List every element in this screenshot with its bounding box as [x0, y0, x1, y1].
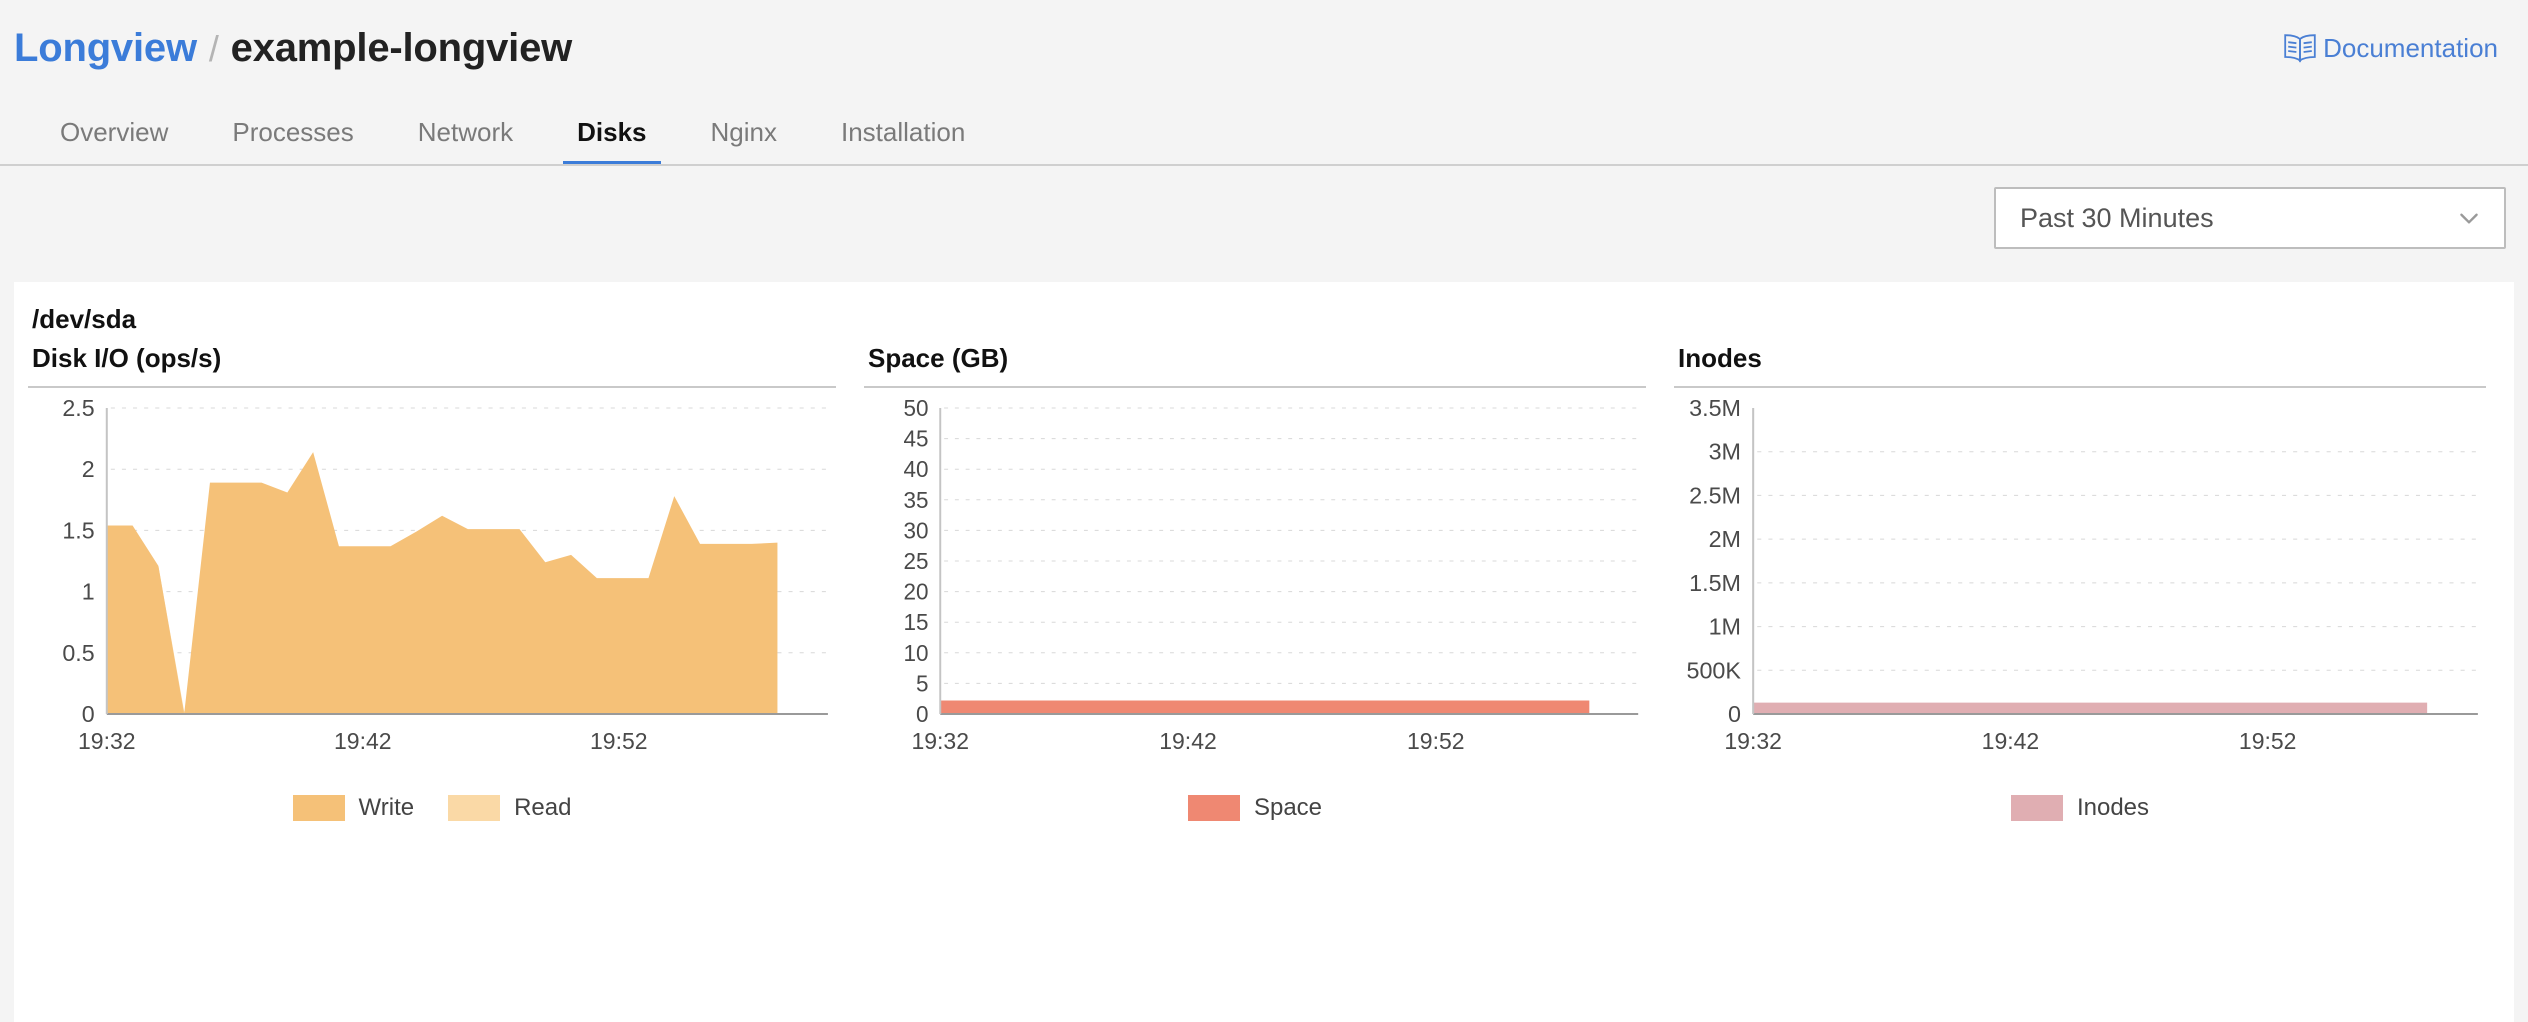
x-tick-label: 19:42 — [1159, 728, 1217, 755]
tab-label: Overview — [60, 117, 168, 147]
legend-swatch — [448, 795, 500, 821]
chart-legend: Write Read — [28, 768, 836, 822]
disk-name: /dev/sda — [14, 282, 2514, 335]
tab-label: Installation — [841, 117, 965, 147]
legend-item-read[interactable]: Read — [448, 794, 571, 822]
y-tick-label: 1 — [82, 579, 95, 605]
page-header: Longview / example-longview Documentatio… — [0, 0, 2528, 96]
x-tick-label: 19:42 — [1982, 728, 2040, 755]
y-tick-label: 3M — [1709, 439, 1741, 465]
y-tick-label: 1.5 — [62, 518, 94, 544]
plot-area: 0 500K 1M 1.5M 2M 2.5M 3M 3.5M — [1674, 394, 2486, 724]
x-tick-label: 19:32 — [1724, 728, 1782, 755]
charts-container: Disk I/O (ops/s)00.511.522.519:3219:4219… — [14, 335, 2514, 822]
legend-label: Space — [1254, 794, 1322, 822]
y-tick-label: 0 — [916, 701, 929, 724]
y-tick-label: 2.5M — [1689, 483, 1741, 509]
chart-title: Space (GB) — [864, 343, 1646, 386]
legend-swatch — [1188, 795, 1240, 821]
tab-installation[interactable]: Installation — [809, 117, 997, 166]
y-tick-label: 15 — [904, 609, 929, 635]
x-tick-label: 19:52 — [2239, 728, 2297, 755]
chart-disk-i-o-ops-s: Disk I/O (ops/s)00.511.522.519:3219:4219… — [14, 343, 850, 822]
y-tick-label: 10 — [904, 640, 929, 666]
chart-legend: Space — [864, 768, 1646, 822]
legend-swatch — [293, 795, 345, 821]
chart-title: Inodes — [1674, 343, 2486, 386]
breadcrumb: Longview / example-longview — [14, 26, 572, 71]
y-tick-label: 0.5 — [62, 640, 94, 666]
plot-area: 0 0.5 1 1.5 2 2.5 — [28, 394, 836, 724]
x-axis: 19:32 19:42 19:52 — [28, 724, 836, 768]
tab-label: Network — [418, 117, 513, 147]
y-tick-label: 0 — [1728, 701, 1741, 724]
plot-area: 0 5 10 15 20 25 30 35 40 45 50 — [864, 394, 1646, 724]
tab-overview[interactable]: Overview — [28, 117, 200, 166]
legend-label: Write — [359, 794, 415, 822]
tab-nginx[interactable]: Nginx — [679, 117, 809, 166]
y-tick-label: 1M — [1709, 614, 1741, 640]
series-area-space — [940, 701, 1589, 714]
y-tick-label: 35 — [904, 487, 929, 513]
y-tick-label: 1.5M — [1689, 570, 1741, 596]
x-tick-label: 19:52 — [1407, 728, 1465, 755]
chart-title: Disk I/O (ops/s) — [28, 343, 836, 386]
time-range-select[interactable]: Past 30 Minutes — [1994, 187, 2506, 249]
time-range-value: Past 30 Minutes — [2020, 203, 2214, 234]
chart-legend: Inodes — [1674, 768, 2486, 822]
y-tick-label: 40 — [904, 456, 929, 482]
tab-label: Nginx — [711, 117, 777, 147]
breadcrumb-link-longview[interactable]: Longview — [14, 26, 197, 71]
tab-label: Processes — [232, 117, 353, 147]
legend-item-inodes[interactable]: Inodes — [2011, 794, 2149, 822]
y-tick-label: 45 — [904, 425, 929, 451]
tab-processes[interactable]: Processes — [200, 117, 385, 166]
y-tick-label: 20 — [904, 578, 929, 604]
documentation-label: Documentation — [2323, 33, 2498, 64]
legend-label: Inodes — [2077, 794, 2149, 822]
y-tick-label: 50 — [904, 395, 929, 421]
y-tick-label: 2.5 — [62, 395, 94, 421]
y-tick-label: 500K — [1686, 657, 1741, 683]
y-tick-label: 2M — [1709, 526, 1741, 552]
breadcrumb-separator: / — [209, 28, 219, 70]
x-tick-label: 19:42 — [334, 728, 392, 755]
longview-disks-page: Longview / example-longview Documentatio… — [0, 0, 2528, 1022]
x-tick-label: 19:32 — [78, 728, 136, 755]
tab-network[interactable]: Network — [386, 117, 545, 166]
legend-label: Read — [514, 794, 571, 822]
book-icon — [2283, 33, 2317, 63]
toolbar: Past 30 Minutes — [0, 166, 2528, 270]
y-tick-label: 30 — [904, 517, 929, 543]
tab-label: Disks — [577, 117, 646, 147]
chevron-down-icon — [2456, 205, 2482, 231]
series-area-write — [107, 452, 778, 714]
y-tick-label: 5 — [916, 670, 929, 696]
x-axis: 19:32 19:42 19:52 — [864, 724, 1646, 768]
y-tick-label: 25 — [904, 548, 929, 574]
tab-disks[interactable]: Disks — [545, 117, 678, 166]
x-axis: 19:32 19:42 19:52 — [1674, 724, 2486, 768]
y-tick-label: 0 — [82, 701, 95, 724]
y-tick-label: 2 — [82, 456, 95, 482]
legend-item-write[interactable]: Write — [293, 794, 415, 822]
tab-bar: Overview Processes Network Disks Nginx Instal… — [0, 96, 2528, 166]
legend-item-space[interactable]: Space — [1188, 794, 1322, 822]
chart-divider — [28, 386, 836, 388]
disk-card: /dev/sda Disk I/O (ops/s) 0 0.5 1 1.5 2 2.5 19:… — [14, 282, 2514, 1022]
tab-bar-divider — [0, 164, 2528, 166]
chart-divider — [1674, 386, 2486, 388]
legend-swatch — [2011, 795, 2063, 821]
documentation-link[interactable]: Documentation — [2283, 33, 2498, 64]
y-tick-label: 3.5M — [1689, 395, 1741, 421]
chart-inodes: Inodes0500K1M1.5M2M2.5M3M3.5M19:3219:421… — [1660, 343, 2500, 822]
x-tick-label: 19:52 — [590, 728, 648, 755]
chart-divider — [864, 386, 1646, 388]
chart-space-gb: Space (GB) 0 5 10 15 20 25 30 35 40 45 50 19:32 19:42… — [850, 343, 1660, 822]
series-area-inodes — [1753, 703, 2427, 714]
page-title: example-longview — [231, 26, 572, 71]
x-tick-label: 19:32 — [911, 728, 969, 755]
